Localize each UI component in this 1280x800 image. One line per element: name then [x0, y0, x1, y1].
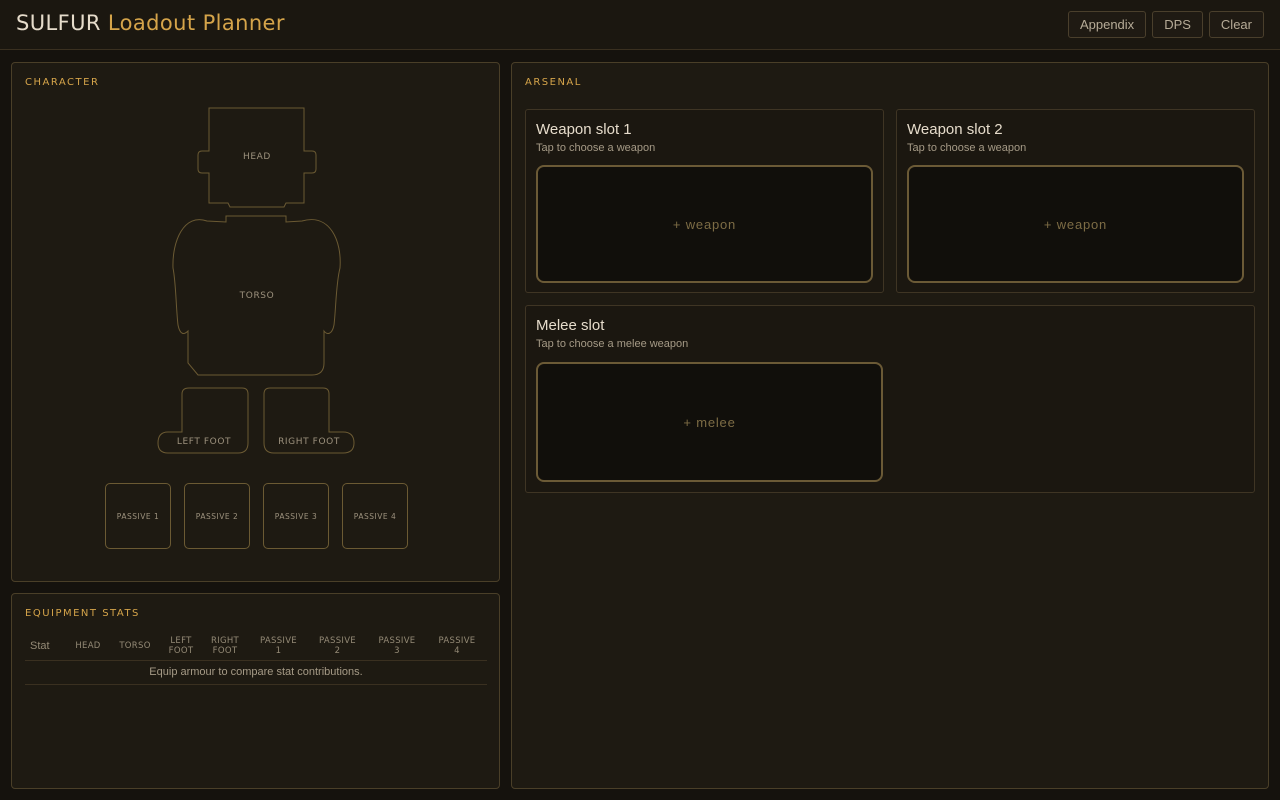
- head-slot-label: HEAD: [243, 152, 271, 162]
- equipment-stats-panel: EQUIPMENT STATS Stat HEAD TORSO LEFT FOO…: [11, 593, 500, 789]
- header-line: 1: [275, 646, 282, 656]
- passive-1-column-header: PASSIVE 1: [249, 634, 308, 661]
- clear-button[interactable]: Clear: [1208, 11, 1264, 38]
- torso-slot-label: TORSO: [239, 291, 275, 301]
- header-line: PASSIVE: [260, 636, 297, 646]
- character-silhouette: [157, 107, 355, 454]
- header-line: LEFT: [170, 636, 192, 646]
- head-column-header: HEAD: [67, 634, 109, 661]
- torso-column-header: TORSO: [109, 634, 161, 661]
- passive-slot-3[interactable]: PASSIVE 3: [263, 483, 329, 549]
- melee-slot-subtitle: Tap to choose a melee weapon: [536, 338, 689, 350]
- app-brand: SULFUR: [16, 11, 101, 35]
- top-bar: SULFUR Loadout Planner Appendix DPS Clea…: [0, 0, 1280, 50]
- stats-table: Stat HEAD TORSO LEFT FOOT RIGHT FOOT PAS…: [25, 634, 487, 685]
- melee-slot-card: Melee slot Tap to choose a melee weapon …: [525, 305, 1255, 493]
- left-foot-slot-label: LEFT FOOT: [176, 437, 232, 447]
- weapon-slot-1-subtitle: Tap to choose a weapon: [536, 142, 656, 154]
- passive-slot-1[interactable]: PASSIVE 1: [105, 483, 171, 549]
- arsenal-panel-title: ARSENAL: [525, 77, 582, 88]
- weapon-slot-1-picker[interactable]: + weapon: [536, 165, 873, 283]
- passive-slot-4[interactable]: PASSIVE 4: [342, 483, 408, 549]
- header-line: PASSIVE: [438, 636, 476, 646]
- table-row: Equip armour to compare stat contributio…: [25, 660, 487, 685]
- header-line: 4: [454, 646, 460, 656]
- weapon-slot-2-card: Weapon slot 2 Tap to choose a weapon + w…: [896, 109, 1255, 293]
- weapon-slot-2-picker[interactable]: + weapon: [907, 165, 1244, 283]
- melee-slot-picker[interactable]: + melee: [536, 362, 883, 482]
- right-foot-column-header: RIGHT FOOT: [201, 634, 249, 661]
- passive-3-column-header: PASSIVE 3: [367, 634, 427, 661]
- left-foot-column-header: LEFT FOOT: [161, 634, 201, 661]
- right-foot-slot-label: RIGHT FOOT: [278, 437, 340, 447]
- passive-slot-2[interactable]: PASSIVE 2: [184, 483, 250, 549]
- passive-4-column-header: PASSIVE 4: [427, 634, 487, 661]
- header-line: 3: [394, 646, 400, 656]
- stats-panel-title: EQUIPMENT STATS: [25, 608, 140, 619]
- appendix-button[interactable]: Appendix: [1067, 11, 1147, 38]
- app-title: SULFUR Loadout Planner: [16, 11, 285, 35]
- header-line: PASSIVE: [378, 636, 416, 646]
- header-line: FOOT: [212, 646, 238, 656]
- app-subtitle: Loadout Planner: [107, 11, 285, 35]
- stats-empty-message: Equip armour to compare stat contributio…: [25, 660, 487, 685]
- character-panel: CHARACTER HEAD TORSO LEFT FOOT RIGHT FOO…: [11, 62, 500, 582]
- header-line: 2: [334, 646, 341, 656]
- arsenal-panel: ARSENAL Weapon slot 1 Tap to choose a we…: [511, 62, 1269, 789]
- melee-slot-title: Melee slot: [536, 317, 605, 334]
- header-line: RIGHT: [210, 636, 240, 646]
- header-line: PASSIVE: [319, 636, 356, 646]
- stats-header-row: Stat HEAD TORSO LEFT FOOT RIGHT FOOT PAS…: [25, 634, 487, 661]
- weapon-slot-1-title: Weapon slot 1: [536, 121, 632, 138]
- stat-column-header: Stat: [25, 634, 67, 661]
- dps-button[interactable]: DPS: [1152, 11, 1203, 38]
- weapon-slot-2-subtitle: Tap to choose a weapon: [907, 142, 1027, 154]
- passive-2-column-header: PASSIVE 2: [308, 634, 367, 661]
- header-line: FOOT: [168, 646, 194, 656]
- weapon-slot-2-title: Weapon slot 2: [907, 121, 1003, 138]
- weapon-slot-1-card: Weapon slot 1 Tap to choose a weapon + w…: [525, 109, 884, 293]
- header-actions: Appendix DPS Clear: [1067, 11, 1264, 38]
